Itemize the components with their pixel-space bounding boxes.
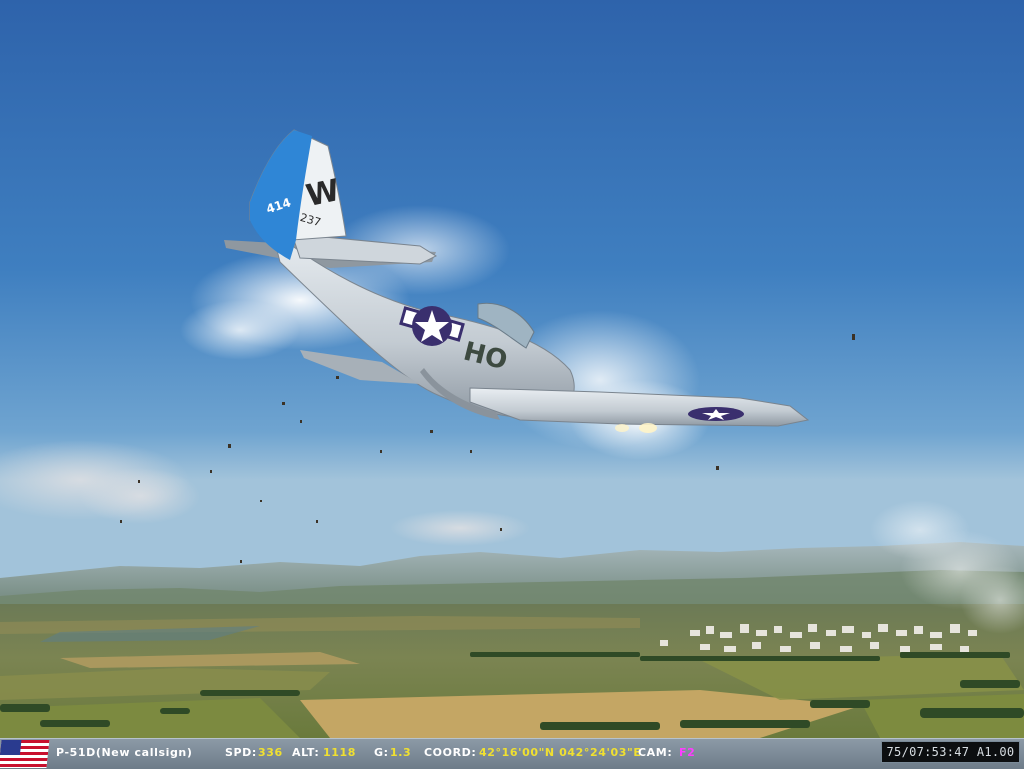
game-viewport: W 414 237 HO	[0, 0, 1024, 738]
altitude-label: ALT:	[292, 746, 320, 759]
hud-status-bar: P-51D(New callsign) SPD: 336 ALT: 1118 G…	[0, 738, 1024, 769]
altitude-value: 1118	[323, 746, 357, 759]
speed-label: SPD:	[225, 746, 257, 759]
coord-value: 42°16'00"N 042°24'03"E	[479, 746, 642, 759]
speed-value: 336	[258, 746, 283, 759]
g-force-value: 1.3	[390, 746, 412, 759]
mission-time-display: 75/07:53:47 A1.00	[881, 741, 1020, 763]
aircraft-name: P-51D(New callsign)	[56, 746, 193, 759]
camera-value: F2	[679, 746, 696, 759]
camera-label: CAM:	[638, 746, 673, 759]
g-force-label: G:	[374, 746, 389, 759]
coord-label: COORD:	[424, 746, 477, 759]
usa-flag-icon	[0, 740, 50, 768]
